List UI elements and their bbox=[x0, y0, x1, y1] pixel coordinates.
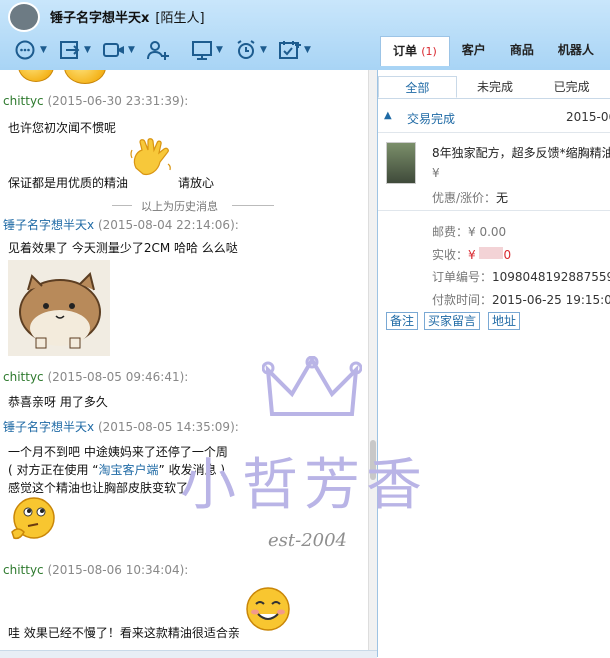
message-header: chittyc (2015-08-06 10:34:04): bbox=[3, 563, 188, 577]
message-time: (2015-08-05 09:46:41): bbox=[47, 370, 189, 384]
tab-all-orders[interactable]: 全部 bbox=[378, 76, 457, 98]
order-status: 交易完成 bbox=[407, 112, 456, 126]
order-number: 1098048192887559 bbox=[492, 270, 610, 284]
wave-hand-emoji-icon bbox=[128, 138, 174, 180]
tab-products[interactable]: 商品 bbox=[498, 36, 546, 66]
alarm-icon[interactable]: ▼ bbox=[234, 37, 278, 63]
message-header: chittyc (2015-06-30 23:31:39): bbox=[3, 94, 188, 108]
message-header: 锤子名字想半天x (2015-08-04 22:14:06): bbox=[3, 216, 239, 233]
hamster-sticker-image[interactable] bbox=[8, 260, 110, 356]
order-filter-tabs: 全部 未完成 已完成 bbox=[378, 76, 610, 99]
message-time: (2015-08-06 10:34:04): bbox=[47, 563, 189, 577]
thinking-emoji-icon bbox=[8, 496, 58, 544]
discount-value: 无 bbox=[496, 191, 509, 205]
add-contact-icon[interactable] bbox=[146, 37, 190, 63]
paid-value: ¥ bbox=[468, 248, 480, 262]
discount-label: 优惠/涨价： bbox=[432, 191, 497, 205]
history-label: 以上为历史消息 bbox=[141, 200, 218, 213]
separator bbox=[378, 132, 610, 133]
address-button[interactable]: 地址 bbox=[488, 312, 521, 330]
sender-name[interactable]: chittyc bbox=[3, 94, 44, 108]
message-header: 锤子名字想半天x (2015-08-05 14:35:09): bbox=[3, 418, 239, 435]
pay-time: 2015-06-25 19:15:06 bbox=[492, 293, 610, 307]
tab-customers[interactable]: 客户 bbox=[450, 36, 498, 66]
message-text: 见着效果了 今天测量少了2CM 哈哈 么么哒 bbox=[8, 241, 238, 255]
separator bbox=[378, 210, 610, 211]
order-number-label: 订单编号： bbox=[432, 270, 493, 284]
tab-orders[interactable]: 订单 (1) bbox=[380, 36, 450, 66]
collapse-icon[interactable]: ▲ bbox=[384, 110, 392, 121]
paid-value-tail: 0 bbox=[503, 248, 512, 262]
schedule-icon[interactable]: ▼ bbox=[278, 37, 322, 63]
watermark-subtext: est-2004 bbox=[268, 530, 348, 551]
sender-name[interactable]: chittyc bbox=[3, 370, 44, 384]
pay-time-label: 付款时间： bbox=[432, 293, 493, 307]
order-panel: 全部 未完成 已完成 ▲ 交易完成 2015-06 8年独家配方，超多反馈*缩胸… bbox=[378, 70, 610, 657]
shipping-value: ¥ 0.00 bbox=[468, 225, 507, 239]
chat-icon[interactable]: ▼ bbox=[14, 37, 58, 63]
product-price: ¥ bbox=[432, 166, 440, 180]
watermark-text: 小哲芳香 bbox=[180, 453, 428, 518]
taobao-client-link[interactable]: 淘宝客户端 bbox=[99, 463, 159, 477]
tab-unfinished-orders[interactable]: 未完成 bbox=[457, 76, 534, 98]
message-text: 恭喜亲呀 用了多久 bbox=[8, 395, 108, 409]
history-divider-line bbox=[112, 205, 132, 206]
message-text: 感觉这个精油也让胸部皮肤变软了 bbox=[8, 481, 189, 495]
blurred-amount bbox=[479, 247, 504, 259]
right-panel-tabs: 订单 (1) 客户 商品 机器人 bbox=[380, 36, 610, 66]
contact-title: 锤子名字想半天x [陌生人] bbox=[50, 7, 205, 26]
message-text: 哇 效果已经不慢了！看来这款精油很适合亲 bbox=[8, 626, 240, 640]
sender-name[interactable]: 锤子名字想半天x bbox=[3, 218, 94, 232]
message-text: 请放心 bbox=[178, 176, 215, 190]
contact-tag: [陌生人] bbox=[155, 11, 205, 26]
chat-toolbar: ▼ ▼ ▼ ▼ ▼ ▼ bbox=[14, 37, 322, 63]
order-date: 2015-06 bbox=[566, 110, 610, 124]
message-text: 保证都是用优质的精油 bbox=[8, 176, 129, 190]
watermark-crown-icon bbox=[261, 355, 363, 426]
contact-name[interactable]: 锤子名字想半天x bbox=[50, 11, 149, 26]
product-title[interactable]: 8年独家配方，超多反馈*缩胸精油 bbox=[432, 144, 610, 161]
smile-emoji-icon bbox=[244, 586, 292, 632]
message-text: 也许您初次闻不惯呢 bbox=[8, 121, 117, 135]
grin-emoji-icon bbox=[64, 70, 106, 84]
remark-button[interactable]: 备注 bbox=[386, 312, 419, 330]
message-time: (2015-06-30 23:31:39): bbox=[47, 94, 189, 108]
contact-avatar[interactable] bbox=[8, 2, 40, 32]
tab-finished-orders[interactable]: 已完成 bbox=[533, 76, 610, 98]
transfer-file-icon[interactable]: ▼ bbox=[58, 37, 102, 63]
sender-name[interactable]: chittyc bbox=[3, 563, 44, 577]
message-time: (2015-08-05 14:35:09): bbox=[97, 420, 239, 434]
sender-name[interactable]: 锤子名字想半天x bbox=[3, 420, 94, 434]
message-time: (2015-08-04 22:14:06): bbox=[97, 218, 239, 232]
video-call-icon[interactable]: ▼ bbox=[102, 37, 146, 63]
shipping-label: 邮费： bbox=[432, 225, 469, 239]
product-thumbnail[interactable] bbox=[386, 142, 416, 184]
grin-emoji-icon bbox=[18, 70, 54, 82]
tab-robot[interactable]: 机器人 bbox=[546, 36, 606, 66]
message-header: chittyc (2015-08-05 09:46:41): bbox=[3, 370, 188, 384]
history-divider-line bbox=[232, 205, 274, 206]
paid-label: 实收： bbox=[432, 248, 469, 262]
window-header: 锤子名字想半天x [陌生人] ▼ ▼ ▼ ▼ ▼ ▼ 订单 (1) 客户 商品 机… bbox=[0, 0, 610, 70]
buyer-message-button[interactable]: 买家留言 bbox=[424, 312, 481, 330]
screen-share-icon[interactable]: ▼ bbox=[190, 37, 234, 63]
